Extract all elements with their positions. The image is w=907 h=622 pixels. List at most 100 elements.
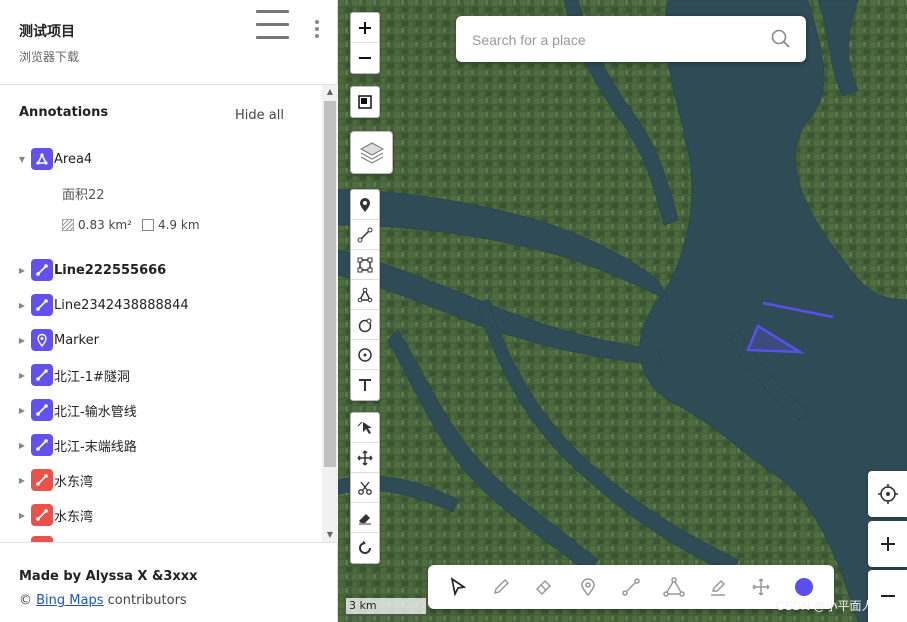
annotations-heading: Annotations: [19, 105, 109, 120]
rotate-icon[interactable]: [351, 533, 379, 563]
bing-maps-link[interactable]: Bing Maps: [36, 593, 103, 608]
line-icon: [31, 364, 53, 386]
caret-right-icon[interactable]: ▶: [18, 406, 26, 415]
color-swatch: [795, 578, 814, 596]
map-zoom-in-button[interactable]: [868, 521, 907, 567]
caret-right-icon[interactable]: ▶: [18, 511, 26, 520]
caret-right-icon[interactable]: ▶: [18, 336, 26, 345]
project-subtitle[interactable]: 浏览器下载: [19, 48, 79, 65]
perimeter-box-icon: [141, 219, 154, 231]
list-item[interactable]: ▶ 北江-1#隧洞: [0, 363, 322, 387]
search-icon[interactable]: [770, 28, 792, 50]
menu-icon[interactable]: [256, 10, 289, 40]
sidebar-scrollbar[interactable]: ▲ ▼: [322, 85, 338, 542]
list-item[interactable]: ▶ Marker: [0, 328, 322, 352]
line-icon: [31, 399, 53, 421]
eraser-icon[interactable]: [528, 571, 560, 603]
area-stats: 0.83 km² 4.9 km: [62, 218, 200, 232]
line-icon: [31, 504, 53, 526]
list-item[interactable]: ▶ Line2342438888844: [0, 293, 322, 317]
line-icon[interactable]: [615, 571, 647, 603]
map-zoom-out-button[interactable]: [868, 570, 907, 622]
annotation-label: 北江-1#隧洞: [54, 369, 130, 385]
annotation-label: 北江-末端线路: [54, 439, 137, 455]
scroll-up-icon[interactable]: ▲: [322, 85, 338, 99]
polygon-icon[interactable]: [658, 571, 690, 603]
perimeter-value: 4.9 km: [157, 218, 200, 232]
marker-icon[interactable]: [351, 190, 379, 220]
list-item[interactable]: ▶ 北江-末端线路: [0, 433, 322, 457]
project-title[interactable]: 测试项目: [19, 21, 75, 41]
caret-right-icon[interactable]: ▶: [18, 371, 26, 380]
pencil-icon[interactable]: [485, 571, 517, 603]
line-icon: [31, 469, 53, 491]
caret-right-icon[interactable]: ▶: [18, 476, 26, 485]
more-options-icon[interactable]: [311, 20, 323, 40]
annotation-label: 北江-输水管线: [54, 404, 137, 420]
project-header: 测试项目 浏览器下载: [0, 0, 338, 85]
annotation-label: 水东湾: [54, 474, 94, 490]
annotation-label: Area4: [54, 151, 93, 167]
scrollbar-thumb[interactable]: [324, 101, 336, 467]
attribution: © Bing Maps contributors: [19, 593, 187, 608]
cursor-icon[interactable]: [442, 571, 474, 603]
area-hatch-icon: [62, 219, 74, 231]
text-icon[interactable]: [351, 370, 379, 400]
ruler-icon[interactable]: [351, 87, 379, 117]
search-box: [456, 16, 806, 62]
area-detail-name[interactable]: 面积22: [62, 184, 105, 203]
zoom-control: [350, 12, 380, 74]
annotation-label: 水东湾: [54, 509, 94, 525]
hide-all-button[interactable]: Hide all: [235, 108, 284, 123]
scale-bar: 3 km: [345, 598, 427, 615]
caret-down-icon[interactable]: ▼: [18, 155, 26, 164]
list-item[interactable]: ▶ 北江-输水管线: [0, 398, 322, 422]
scissors-icon[interactable]: [351, 473, 379, 503]
annotation-label: Line222555666: [54, 262, 167, 278]
polygon-icon[interactable]: [351, 280, 379, 310]
app-root: 测试项目 浏览器下载 Annotations Hide all ▼ Area4 …: [0, 0, 907, 622]
move-icon[interactable]: [745, 571, 777, 603]
caret-right-icon[interactable]: ▶: [18, 441, 26, 450]
satellite-imagery: [338, 0, 907, 622]
minus-icon: [880, 595, 895, 597]
marker-icon: [31, 329, 53, 351]
list-item[interactable]: ▶ 水东湾: [0, 503, 322, 527]
eraser-icon[interactable]: [351, 503, 379, 533]
list-item[interactable]: ▶ 水东湾: [0, 468, 322, 492]
line-icon: [31, 259, 53, 281]
contributors-text: contributors: [107, 593, 187, 608]
map-canvas[interactable]: 3 km CSDN @小平面人: [338, 0, 907, 622]
watermark-text: CSDN @小平面人: [776, 599, 874, 613]
layers-button[interactable]: [350, 131, 393, 174]
bottom-toolbar: [428, 565, 834, 609]
line-icon: [31, 434, 53, 456]
annotation-label: Marker: [54, 332, 99, 348]
plus-icon: [880, 537, 895, 551]
scroll-down-icon[interactable]: ▼: [322, 528, 338, 542]
zoom-out-button[interactable]: [351, 43, 379, 73]
move-icon[interactable]: [351, 443, 379, 473]
copyright-symbol: ©: [19, 593, 32, 608]
pointer-select-icon[interactable]: [351, 413, 379, 443]
search-input[interactable]: [472, 29, 762, 51]
caret-right-icon[interactable]: ▶: [18, 301, 26, 310]
sidebar-footer: Made by Alyssa X &3xxx © Bing Maps contr…: [0, 542, 338, 622]
caret-right-icon[interactable]: ▶: [18, 266, 26, 275]
polyline-icon[interactable]: [351, 220, 379, 250]
made-by-text: Made by Alyssa X &3xxx: [19, 569, 198, 584]
zoom-in-button[interactable]: [351, 13, 379, 43]
annotation-label: Line2342438888844: [54, 297, 189, 313]
layers-icon: [359, 141, 384, 164]
list-item[interactable]: ▶ Line222555666: [0, 258, 322, 282]
highlighter-icon[interactable]: [702, 571, 734, 603]
area-value: 0.83 km²: [78, 218, 132, 232]
crosshair-icon: [877, 484, 898, 504]
circle-icon[interactable]: [351, 340, 379, 370]
rectangle-icon[interactable]: [351, 250, 379, 280]
marker-icon[interactable]: [572, 571, 604, 603]
line-icon: [31, 294, 53, 316]
locate-button[interactable]: [868, 471, 907, 517]
list-item[interactable]: ▼ Area4: [0, 147, 322, 171]
circle-rotate-icon[interactable]: [351, 310, 379, 340]
